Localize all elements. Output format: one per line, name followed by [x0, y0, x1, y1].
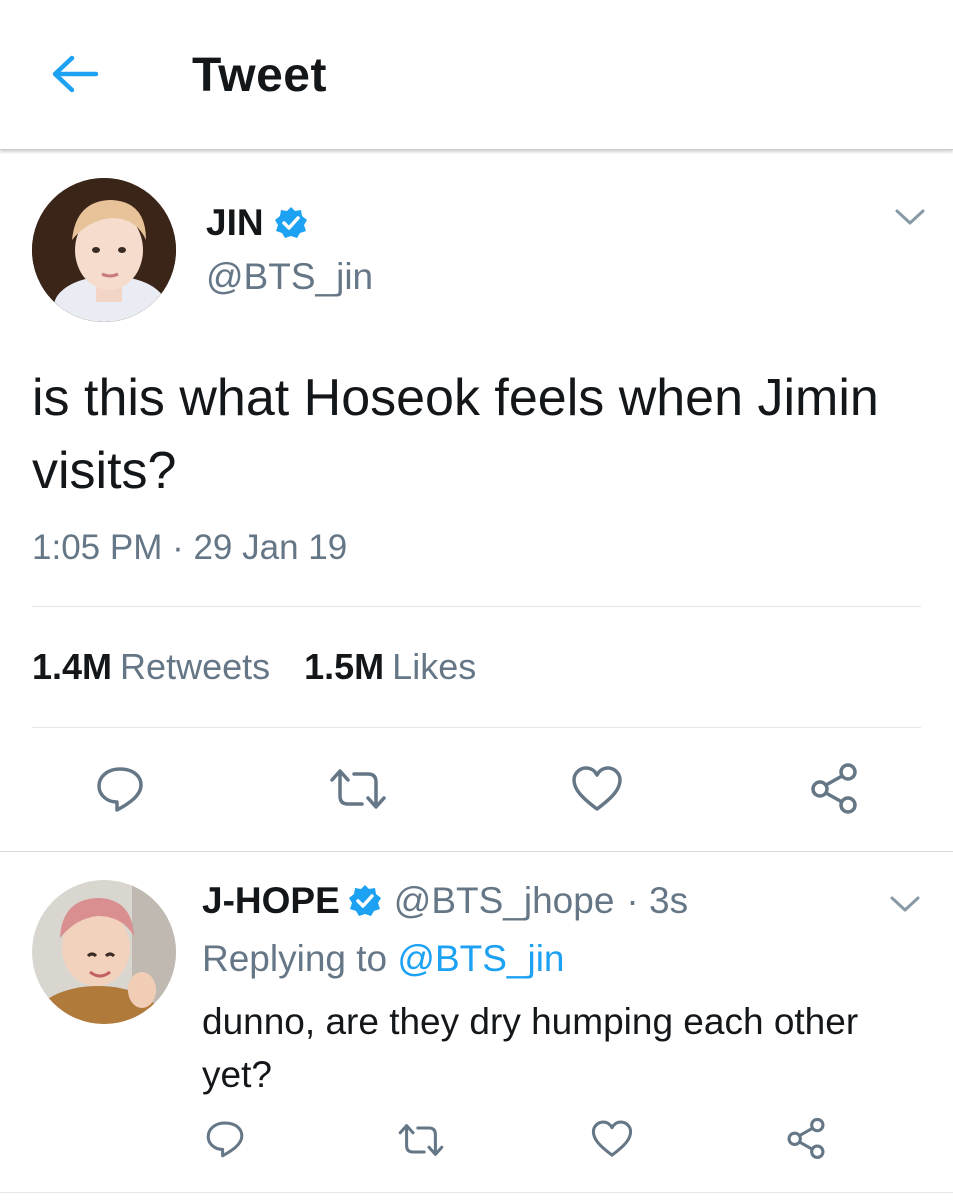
reply-time: · 3s — [626, 880, 689, 921]
replying-to-mention[interactable]: @BTS_jin — [397, 938, 564, 979]
likes-label: Likes — [392, 646, 477, 687]
retweets-label: Retweets — [120, 646, 271, 687]
tweet-stats: 1.4M Retweets 1.5M Likes — [32, 646, 476, 688]
author-handle[interactable]: @BTS_jin — [206, 256, 373, 298]
divider — [0, 1192, 953, 1193]
reply-reply-button[interactable] — [204, 1118, 246, 1160]
back-button[interactable] — [48, 52, 102, 96]
reply-menu-button[interactable] — [888, 893, 922, 915]
replying-to-label: Replying to — [202, 938, 388, 979]
reply-share-button[interactable] — [784, 1116, 828, 1160]
reply-author-name[interactable]: J-HOPE — [202, 880, 340, 922]
likes-stat[interactable]: 1.5M Likes — [304, 646, 476, 688]
tweet-text: is this what Hoseok feels when Jimin vis… — [32, 369, 879, 500]
likes-count: 1.5M — [304, 646, 385, 687]
heart-icon — [572, 766, 622, 811]
reply-header: J-HOPE @BTS_jhope · 3s — [202, 880, 688, 922]
author-name[interactable]: JIN — [206, 202, 264, 244]
author-avatar[interactable] — [32, 178, 176, 322]
reply-retweet-button[interactable] — [396, 1120, 446, 1160]
chevron-down-icon — [890, 896, 920, 912]
top-app-bar: Tweet — [0, 0, 953, 150]
replying-to-line: Replying to @BTS_jin — [202, 938, 565, 980]
verified-badge-icon — [274, 207, 307, 238]
reply-icon — [206, 1121, 244, 1158]
retweet-icon — [330, 769, 386, 809]
tweet-timestamp: 1:05 PM · 29 Jan 19 — [32, 528, 348, 567]
reply-author-handle[interactable]: @BTS_jhope — [394, 880, 615, 922]
retweets-stat[interactable]: 1.4M Retweets — [32, 646, 270, 688]
tweet-detail-screen: Tweet JIN @BTS_jin is this what Hoseok f… — [0, 0, 953, 1200]
divider — [32, 606, 921, 607]
share-icon — [787, 1117, 825, 1159]
page-title: Tweet — [192, 49, 327, 102]
share-icon — [811, 763, 857, 814]
section-divider — [0, 851, 953, 852]
heart-icon — [591, 1120, 633, 1157]
divider — [32, 727, 921, 728]
reply-like-button[interactable] — [590, 1118, 634, 1160]
like-button[interactable] — [570, 764, 624, 814]
arrow-left-icon — [52, 55, 99, 93]
share-button[interactable] — [808, 762, 860, 814]
retweet-button[interactable] — [328, 766, 388, 812]
retweets-count: 1.4M — [32, 646, 113, 687]
reply-icon — [97, 767, 143, 812]
reply-button[interactable] — [94, 764, 146, 814]
chevron-down-icon — [895, 209, 925, 225]
retweet-icon — [398, 1124, 444, 1156]
reply-text: dunno, are they dry humping each other y… — [202, 1001, 859, 1095]
verified-badge-icon — [348, 885, 381, 916]
tweet-menu-button[interactable] — [893, 206, 927, 228]
reply-author-avatar[interactable] — [32, 880, 176, 1024]
author-name-row[interactable]: JIN — [206, 202, 308, 244]
